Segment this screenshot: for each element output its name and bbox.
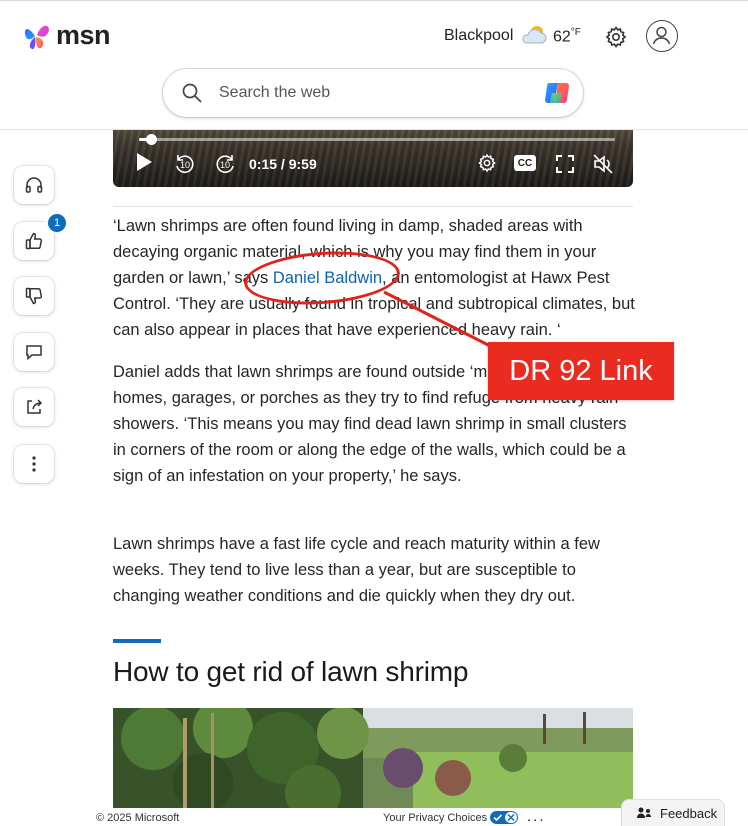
brand-name: msn	[56, 19, 111, 50]
profile-avatar[interactable]	[646, 20, 678, 52]
thumbs-down-icon	[25, 287, 43, 305]
section-accent-bar	[113, 639, 161, 643]
footer-more-button[interactable]: ...	[527, 808, 546, 825]
forward-10-button[interactable]: 10	[213, 152, 237, 176]
temperature[interactable]: 62°F	[553, 27, 581, 46]
captions-button[interactable]: CC	[514, 155, 536, 171]
play-icon[interactable]	[135, 152, 153, 172]
mute-icon[interactable]	[592, 153, 614, 175]
more-options-button[interactable]	[14, 445, 54, 483]
content-divider	[113, 206, 633, 207]
thumbs-up-icon	[25, 232, 43, 250]
article-paragraph: Lawn shrimps have a fast life cycle and …	[113, 535, 600, 605]
feedback-button[interactable]: Feedback	[622, 800, 724, 826]
forward-seconds: 10	[220, 160, 231, 170]
more-vertical-icon	[32, 456, 36, 472]
copilot-icon[interactable]	[543, 79, 573, 107]
search-bar[interactable]	[163, 69, 583, 117]
rewind-seconds: 10	[180, 160, 191, 170]
top-header: msn Blackpool 62°F	[0, 0, 748, 130]
comment-button[interactable]	[14, 333, 54, 371]
weather-location[interactable]: Blackpool	[444, 27, 513, 45]
temperature-value: 62	[553, 28, 571, 46]
like-count-badge: 1	[46, 212, 68, 234]
dislike-button[interactable]	[14, 277, 54, 315]
like-button[interactable]: 1	[14, 212, 68, 260]
privacy-choices-label: Your Privacy Choices	[383, 811, 488, 824]
fullscreen-icon[interactable]	[555, 154, 575, 174]
privacy-toggle-icon	[490, 811, 519, 824]
feedback-label: Feedback	[660, 805, 718, 821]
video-current-time: 0:15	[249, 156, 278, 172]
temperature-unit: °F	[570, 27, 581, 38]
garden-photo	[113, 708, 633, 808]
copyright-text: © 2025 Microsoft	[96, 812, 180, 824]
feedback-icon	[637, 807, 651, 818]
comment-icon	[26, 345, 42, 361]
share-icon	[27, 399, 43, 414]
video-progress-bar[interactable]	[139, 134, 615, 145]
annotation-label: DR 92 Link	[488, 342, 674, 400]
listen-button[interactable]	[14, 166, 54, 204]
video-time-separator: /	[280, 156, 285, 172]
section-heading: How to get rid of lawn shrimp	[113, 656, 469, 687]
search-icon	[182, 83, 202, 103]
share-button[interactable]	[14, 388, 54, 426]
video-settings-icon[interactable]	[477, 153, 497, 173]
rewind-10-button[interactable]: 10	[173, 152, 197, 176]
partly-cloudy-icon[interactable]	[520, 23, 548, 47]
privacy-choices-link[interactable]: Your Privacy Choices	[383, 811, 519, 824]
headphones-icon	[25, 177, 43, 193]
butterfly-logo-icon	[24, 25, 49, 50]
gear-icon[interactable]	[604, 25, 628, 49]
video-progress-handle[interactable]	[145, 134, 157, 145]
msn-logo[interactable]: msn	[22, 19, 111, 51]
captions-icon: CC	[517, 157, 533, 169]
video-duration: 9:59	[288, 156, 317, 172]
search-input[interactable]	[219, 69, 519, 117]
video-time: 0:15 / 9:59	[249, 156, 317, 172]
avatar-icon	[652, 26, 671, 45]
